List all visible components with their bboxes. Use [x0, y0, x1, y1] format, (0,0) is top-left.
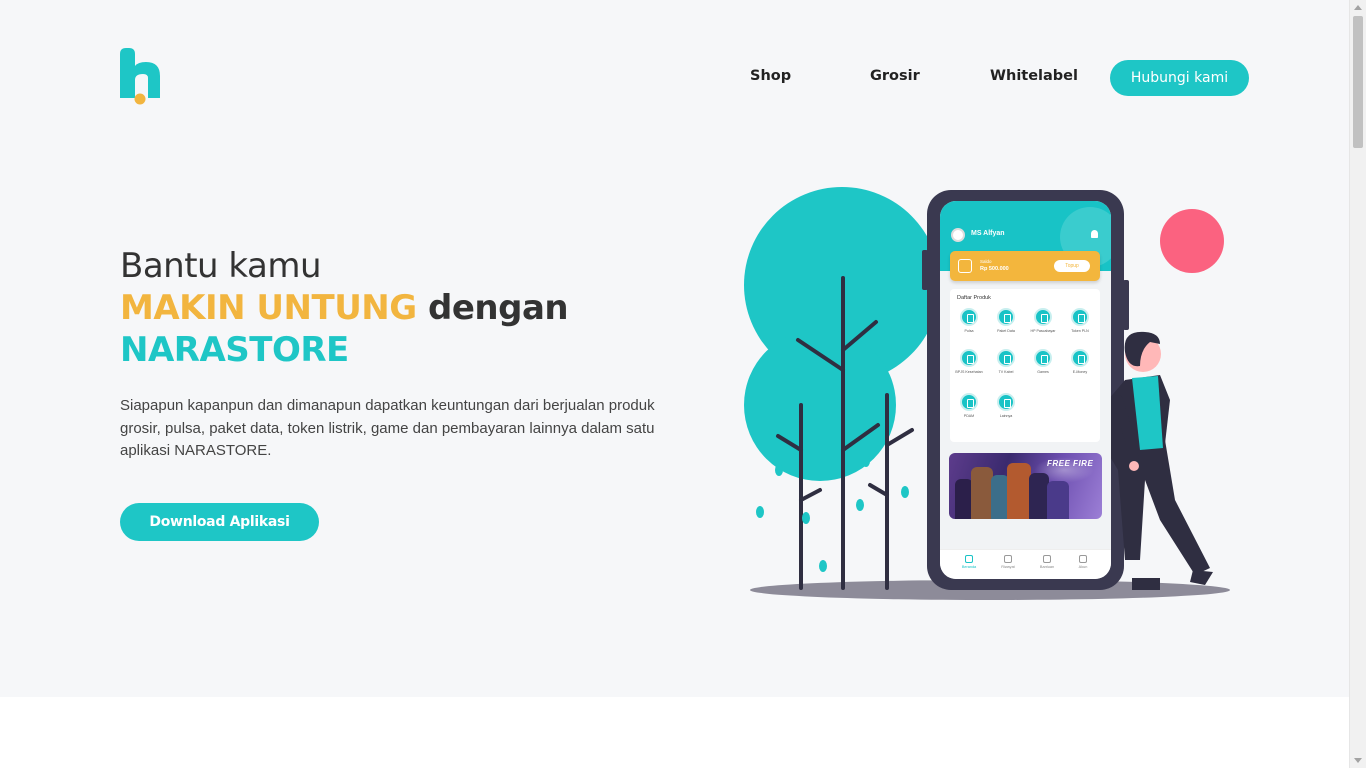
banner-figure [1047, 481, 1069, 519]
product-label: Lainnya [999, 414, 1013, 418]
topup-button: Topup [1054, 260, 1090, 272]
health-icon [960, 349, 978, 367]
product-label: Paket Data [997, 329, 1015, 333]
contact-button[interactable]: Hubungi kami [1110, 60, 1249, 96]
product-label: BPJS Kesehatan [955, 370, 983, 374]
lightning-icon [1071, 308, 1089, 326]
phone-icon [960, 308, 978, 326]
grid-icon [997, 393, 1015, 411]
banner-figure [1007, 463, 1031, 519]
page-scrollbar[interactable] [1349, 0, 1366, 768]
tv-icon [997, 349, 1015, 367]
product-paket-data: Paket Data [988, 308, 1024, 334]
wifi-icon [997, 308, 1015, 326]
product-label: E-Money [1072, 370, 1088, 374]
headset-icon [1043, 555, 1051, 563]
product-lainnya: Lainnya [988, 393, 1024, 419]
wallet-icon [1071, 349, 1089, 367]
nav-grosir[interactable]: Grosir [870, 68, 920, 84]
product-label: TV Kabel [998, 370, 1014, 374]
banner-figure [971, 467, 993, 519]
products-title: Daftar Produk [957, 295, 991, 301]
product-label: PDAM [963, 414, 975, 418]
scroll-down-arrow-icon[interactable] [1354, 758, 1362, 763]
product-token-pln: Token PLN [1062, 308, 1098, 334]
gamepad-icon [1034, 349, 1052, 367]
tab-label: Riwayat [1001, 565, 1015, 569]
app-user-name: MS Alfyan [971, 230, 1005, 237]
product-pulsa: Pulsa [951, 308, 987, 334]
product-games: Games [1025, 349, 1061, 375]
product-emoney: E-Money [1062, 349, 1098, 375]
product-label: Games [1037, 370, 1049, 374]
nav-whitelabel[interactable]: Whitelabel [990, 68, 1078, 84]
product-label: HP Pascabayar [1030, 329, 1056, 333]
balance-card: Saldo Rp 500.000 Topup [950, 251, 1100, 281]
wallet-icon [958, 259, 972, 273]
product-hp-pascabayar: HP Pascabayar [1025, 308, 1061, 334]
tab-label: Akun [1078, 565, 1088, 569]
bell-icon [1091, 230, 1098, 238]
account-icon [1079, 555, 1087, 563]
tab-akun: Akun [1068, 555, 1098, 569]
tab-bantuan: Bantuan [1032, 555, 1062, 569]
headline-line2-rest: dengan [416, 288, 569, 328]
balance-value: Rp 500.000 [980, 266, 1009, 272]
product-bpjs: BPJS Kesehatan [951, 349, 987, 375]
hero-description: Siapapun kapanpun dan dimanapun dapatkan… [120, 397, 655, 459]
product-tv-kabel: TV Kabel [988, 349, 1024, 375]
download-app-button[interactable]: Download Aplikasi [120, 503, 319, 541]
narastore-logo-icon[interactable] [120, 48, 162, 106]
nav-shop[interactable]: Shop [750, 68, 791, 84]
phone-icon [1034, 308, 1052, 326]
banner-figure [1029, 473, 1049, 519]
tab-label: Beranda [961, 565, 977, 569]
avatar [951, 228, 965, 242]
scroll-thumb[interactable] [1353, 16, 1363, 148]
product-label: Pulsa [964, 329, 974, 333]
app-tab-bar: Beranda Riwayat Bantuan Akun [940, 549, 1111, 579]
hero-headline: Bantu kamu MAKIN UNTUNG dengan NARASTORE [120, 245, 569, 371]
home-icon [965, 555, 973, 563]
headline-brand: NARASTORE [120, 330, 349, 370]
next-section [0, 697, 1349, 768]
tab-riwayat: Riwayat [993, 555, 1023, 569]
headline-highlight: MAKIN UNTUNG [120, 288, 417, 328]
balance-label: Saldo [980, 259, 992, 264]
promo-banner: FREE FIRE [949, 453, 1102, 519]
tab-label: Bantuan [1039, 565, 1055, 569]
product-pdam: PDAM [951, 393, 987, 419]
banner-title: FREE FIRE [1047, 459, 1094, 468]
water-drop-icon [960, 393, 978, 411]
tab-beranda: Beranda [954, 555, 984, 569]
headline-line1: Bantu kamu [120, 246, 322, 286]
scroll-up-arrow-icon[interactable] [1354, 5, 1362, 10]
history-icon [1004, 555, 1012, 563]
product-label: Token PLN [1071, 329, 1089, 333]
product-list: Daftar Produk Pulsa Paket Data HP Pascab… [950, 289, 1100, 442]
phone-screen: MS Alfyan Saldo Rp 500.000 Topup Daftar … [940, 201, 1111, 579]
